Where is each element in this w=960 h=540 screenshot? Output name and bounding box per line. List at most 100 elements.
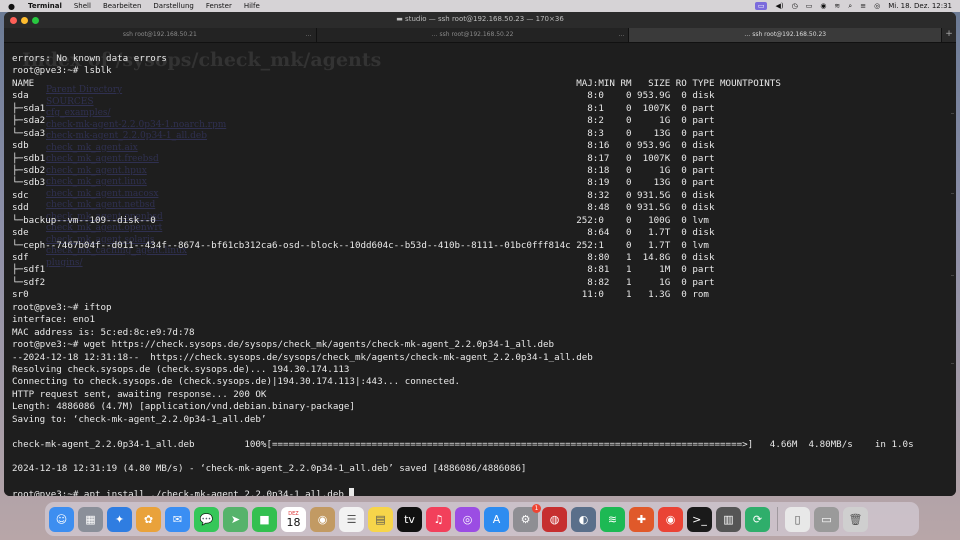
text-cursor — [349, 488, 355, 496]
terminal-line: 2024-12-18 12:31:19 (4.80 MB/s) - ‘check… — [12, 463, 527, 475]
terminal-line: NAME MAJ:MIN RM SIZE RO TYPE MOUNTPOINTS — [12, 77, 781, 89]
volume-icon[interactable]: ◀) — [775, 2, 783, 10]
time-machine-icon[interactable]: ◷ — [792, 2, 798, 10]
mail-icon[interactable]: ✉ — [165, 506, 190, 532]
brave-icon[interactable]: ✚ — [629, 506, 654, 532]
title-bar[interactable]: ▬ studio — ssh root@192.168.50.23 — 170×… — [4, 12, 956, 28]
safari-icon[interactable]: ✦ — [107, 506, 132, 532]
calculator-icon[interactable]: ▥ — [716, 506, 741, 532]
terminal-line: └─sda3 8:3 0 13G 0 part — [12, 127, 715, 139]
tab-ssh-21[interactable]: ssh root@192.168.50.21 … — [4, 28, 317, 42]
terminal-line: sdb 8:16 0 953.9G 0 disk — [12, 140, 715, 152]
contacts-icon[interactable]: ◉ — [310, 506, 335, 532]
terminal-line: root@pve3:~# lsblk — [12, 65, 112, 77]
finder-icon[interactable]: ☺ — [49, 506, 74, 532]
calendar-icon[interactable]: DEZ 18 — [281, 506, 306, 532]
terminal-line: root@pve3:~# apt install ./check-mk-agen… — [12, 488, 914, 496]
terminal-line: └─ceph--7467b04f--d011--434f--8674--bf61… — [12, 239, 709, 251]
menu-shell[interactable]: Shell — [74, 2, 91, 10]
terminal-line: sr0 11:0 1 1.3G 0 rom — [12, 289, 709, 301]
terminal-line: root@pve3:~# iftop — [12, 301, 112, 313]
control-center-icon[interactable]: ≡ — [860, 2, 866, 10]
terminal-line: sdd 8:48 0 931.5G 0 disk — [12, 202, 715, 214]
terminal-content[interactable]: Index of /sysops/check_mk/agents Parent … — [4, 43, 956, 496]
spotify-icon[interactable]: ≋ — [600, 506, 625, 532]
terminal-line: sde 8:64 0 1.7T 0 disk — [12, 227, 715, 239]
new-tab-button[interactable]: + — [942, 28, 956, 42]
terminal-line: Connecting to check.sysops.de (check.sys… — [12, 376, 461, 388]
dock-separator — [777, 507, 778, 531]
terminal-line: Resolving check.sysops.de (check.sysops.… — [12, 363, 350, 375]
terminal-line: └─backup--vm--109--disk--0 252:0 0 100G … — [12, 214, 709, 226]
messages-icon[interactable]: 💬 — [194, 506, 219, 532]
notification-badge: 1 — [532, 503, 541, 513]
terminal-icon[interactable]: >_ — [687, 506, 712, 532]
sync-icon[interactable]: ⟳ — [745, 506, 770, 532]
terminal-line: HTTP request sent, awaiting response... … — [12, 388, 267, 400]
tab-label: … ssh root@192.168.50.22 — [431, 31, 514, 38]
terminal-line: sdc 8:32 0 931.5G 0 disk — [12, 189, 715, 201]
battery-icon[interactable]: ▭ — [806, 2, 813, 10]
facetime-icon[interactable]: ■ — [252, 506, 277, 532]
tab-ssh-23[interactable]: … ssh root@192.168.50.23 — [629, 28, 943, 42]
launchpad-icon[interactable]: ▦ — [78, 506, 103, 532]
terminal-line: ├─sda2 8:2 0 1G 0 part — [12, 115, 715, 127]
terminal-line: sda 8:0 0 953.9G 0 disk — [12, 90, 715, 102]
window-title: ▬ studio — ssh root@192.168.50.23 — 170×… — [396, 15, 564, 23]
menu-hilfe[interactable]: Hilfe — [244, 2, 260, 10]
proxyman-icon[interactable]: ◐ — [571, 506, 596, 532]
terminal-scrollbar[interactable] — [950, 43, 954, 496]
terminal-line: Length: 4886086 (4.7M) [application/vnd.… — [12, 401, 355, 413]
tab-overflow-icon: … — [305, 31, 312, 38]
tab-label: … ssh root@192.168.50.23 — [744, 31, 827, 38]
tab-label: ssh root@192.168.50.21 — [122, 31, 197, 38]
tab-ssh-22[interactable]: … ssh root@192.168.50.22 … — [316, 28, 630, 42]
screen-share-icon[interactable]: ▭ — [754, 2, 768, 10]
system-settings-icon[interactable]: ⚙ 1 — [513, 503, 541, 532]
trash-icon[interactable]: 🗑 — [843, 506, 868, 532]
music-icon[interactable]: ♫ — [426, 506, 451, 532]
terminal-line: check-mk-agent_2.2.0p34-1_all.deb 100%[=… — [12, 438, 914, 450]
terminal-line: root@pve3:~# wget https://check.sysops.d… — [12, 339, 555, 351]
spotlight-icon[interactable]: ⌕ — [848, 2, 852, 11]
maps-icon[interactable]: ➤ — [223, 506, 248, 532]
photos-icon[interactable]: ✿ — [136, 506, 161, 532]
dock: ☺ ▦ ✦ ✿ ✉ 💬 ➤ ■ DEZ 18 ◉ ☰ ▤ tv ♫ ◎ A ⚙ 1 ◍ ◐ ≋ ✚ ◉ >_ ▥ ⟳ ▯ ▭ 🗑 — [45, 502, 919, 536]
terminal-line: Saving to: ‘check-mk-agent_2.2.0p34-1_al… — [12, 413, 267, 425]
terminal-line: ├─sda1 8:1 0 1007K 0 part — [12, 102, 715, 114]
menubar-clock[interactable]: Mi. 18. Dez. 12:31 — [888, 2, 952, 10]
apple-icon[interactable]: ● — [8, 2, 18, 11]
terminal-line: MAC address is: 5c:ed:8c:e9:7d:78 — [12, 326, 195, 338]
terminal-line: interface: eno1 — [12, 314, 95, 326]
terminal-line: └─sdb3 8:19 0 13G 0 part — [12, 177, 715, 189]
terminal-output: errors: No known data errors root@pve3:~#… — [12, 53, 914, 496]
menu-darstellung[interactable]: Darstellung — [153, 2, 193, 10]
wifi-icon[interactable]: ≋ — [834, 2, 840, 10]
appletv-icon[interactable]: tv — [397, 506, 422, 532]
siri-icon[interactable]: ◎ — [874, 2, 880, 10]
menu-app-name[interactable]: Terminal — [28, 2, 62, 10]
terminal-line: ├─sdf1 8:81 1 1M 0 part — [12, 264, 715, 276]
tab-overflow-icon: … — [618, 31, 625, 38]
menu-fenster[interactable]: Fenster — [206, 2, 232, 10]
terminal-line: errors: No known data errors — [12, 53, 167, 64]
menu-bar: ● Terminal Shell Bearbeiten Darstellung … — [0, 0, 960, 12]
terminal-window: ▬ studio — ssh root@192.168.50.23 — 170×… — [4, 12, 956, 496]
terminal-line: sdf 8:80 1 14.8G 0 disk — [12, 252, 715, 263]
notes-icon[interactable]: ▤ — [368, 506, 393, 532]
podcasts-icon[interactable]: ◎ — [455, 506, 480, 532]
tab-bar: ssh root@192.168.50.21 … … ssh root@192.1… — [4, 28, 956, 43]
downloads-stack-icon[interactable]: ▭ — [814, 506, 839, 532]
folder-icon: ▬ — [396, 15, 406, 23]
vpn-icon[interactable]: ◍ — [542, 506, 567, 532]
menu-bearbeiten[interactable]: Bearbeiten — [103, 2, 141, 10]
reminders-icon[interactable]: ☰ — [339, 506, 364, 532]
terminal-line: └─sdf2 8:82 1 1G 0 part — [12, 276, 715, 288]
user-icon[interactable]: ◉ — [820, 2, 826, 10]
terminal-line: ├─sdb1 8:17 0 1007K 0 part — [12, 152, 715, 164]
chrome-icon[interactable]: ◉ — [658, 506, 683, 532]
document-icon[interactable]: ▯ — [785, 506, 810, 532]
appstore-icon[interactable]: A — [484, 506, 509, 532]
